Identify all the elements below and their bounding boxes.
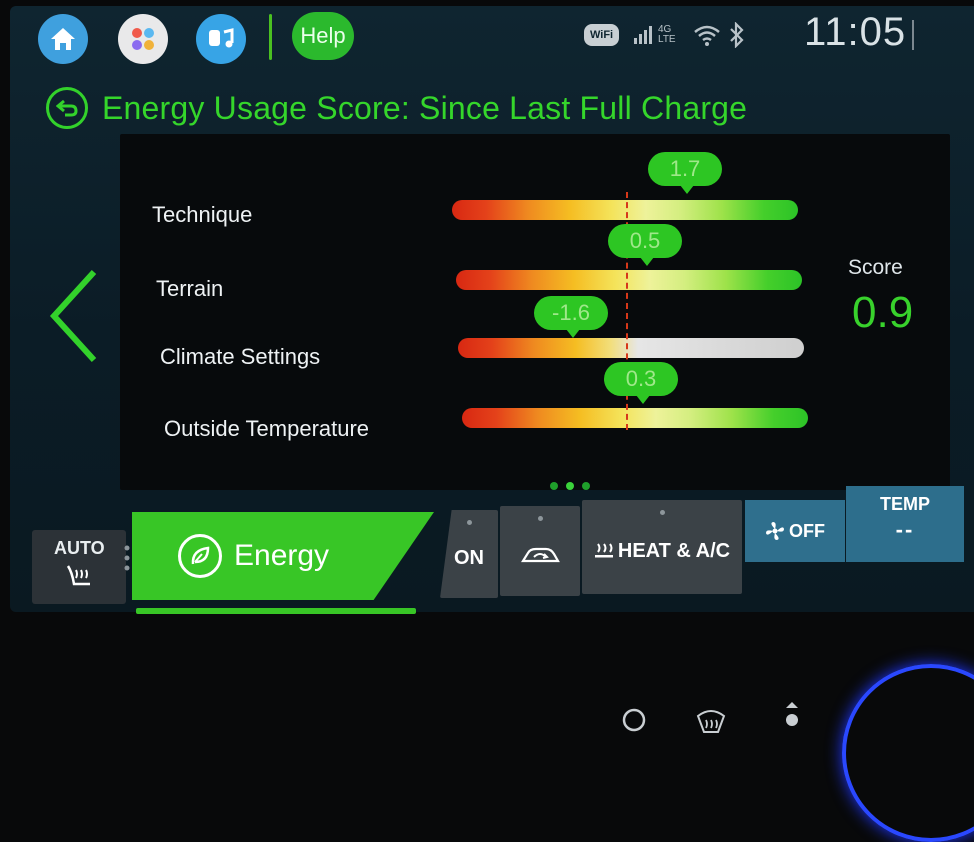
factor-label-climate: Climate Settings bbox=[160, 344, 321, 369]
fan-icon bbox=[766, 522, 784, 540]
factor-label-terrain: Terrain bbox=[156, 276, 224, 301]
clock-separator bbox=[912, 20, 914, 50]
title-row: Energy Usage Score: Since Last Full Char… bbox=[46, 84, 747, 132]
defrost-icon[interactable] bbox=[694, 706, 728, 736]
indicator-pip bbox=[538, 516, 543, 521]
chevron-left-icon[interactable] bbox=[48, 268, 100, 364]
bluetooth-icon bbox=[730, 22, 744, 48]
factor-label-technique: Technique bbox=[152, 202, 253, 227]
infotainment-screen: Help WiFi 4G LTE 11:05 Energy Usage Scor… bbox=[10, 6, 974, 612]
fan-label: OFF bbox=[789, 520, 825, 541]
auto-label: AUTO bbox=[54, 538, 105, 558]
on-label: ON bbox=[454, 546, 484, 569]
recirculation-icon bbox=[521, 547, 560, 563]
factor-bar bbox=[458, 338, 804, 358]
airflow-icon[interactable] bbox=[780, 700, 804, 736]
heat-ac-label: HEAT & A/C bbox=[617, 539, 731, 562]
home-icon bbox=[51, 28, 75, 50]
heat-icon bbox=[594, 543, 613, 558]
factor-bar bbox=[462, 408, 808, 428]
back-icon bbox=[56, 99, 78, 117]
recirculation-button[interactable] bbox=[500, 506, 580, 596]
factor-bar bbox=[452, 200, 798, 220]
wifi-badge: WiFi bbox=[584, 24, 620, 46]
factor-value-bubble: 0.3 bbox=[604, 362, 678, 404]
seat-heat-icon bbox=[66, 565, 90, 586]
temp-value: -- bbox=[895, 517, 915, 542]
temp-label: TEMP bbox=[879, 494, 930, 514]
volume-knob[interactable] bbox=[842, 664, 974, 842]
media-icon bbox=[209, 28, 234, 48]
page-dot-active[interactable] bbox=[566, 482, 574, 490]
factor-value-bubble: -1.6 bbox=[534, 296, 608, 338]
leaf-icon bbox=[191, 546, 210, 565]
network-status: 4G LTE bbox=[632, 20, 746, 50]
factor-value-bubble: 0.5 bbox=[608, 224, 682, 266]
auto-seat-heat-button[interactable]: AUTO bbox=[32, 530, 130, 604]
media-button[interactable] bbox=[196, 14, 246, 64]
score-value: 0.9 bbox=[852, 288, 914, 337]
score-label: Score bbox=[848, 256, 903, 279]
back-button[interactable] bbox=[46, 87, 88, 129]
topbar-divider bbox=[269, 14, 272, 60]
page-dot[interactable] bbox=[582, 482, 590, 490]
leaf-icon-circle bbox=[178, 534, 222, 578]
signal-icon bbox=[634, 26, 652, 44]
home-button[interactable] bbox=[38, 14, 88, 64]
page-title: Energy Usage Score: Since Last Full Char… bbox=[102, 89, 748, 126]
factor-value-bubble: 1.7 bbox=[648, 152, 722, 194]
factor-label-outside-temp: Outside Temperature bbox=[164, 416, 370, 441]
apps-button[interactable] bbox=[118, 14, 168, 64]
factor-bar bbox=[456, 270, 802, 290]
top-bar: Help WiFi 4G LTE 11:05 bbox=[10, 6, 974, 68]
page-dot[interactable] bbox=[550, 482, 558, 490]
energy-tab-underline bbox=[136, 608, 416, 614]
grip-icon bbox=[124, 545, 130, 571]
apps-icon bbox=[132, 28, 154, 50]
help-button[interactable]: Help bbox=[292, 12, 354, 60]
on-button[interactable]: ON bbox=[440, 510, 498, 598]
network-label: 4G LTE bbox=[658, 24, 676, 45]
indicator-pip bbox=[660, 510, 665, 515]
energy-tab-content: Energy bbox=[178, 534, 329, 578]
temperature-button[interactable]: TEMP -- bbox=[846, 486, 964, 562]
search-icon[interactable] bbox=[620, 706, 650, 736]
clock: 11:05 bbox=[804, 10, 907, 54]
page-indicator bbox=[550, 482, 590, 490]
heat-ac-button[interactable]: HEAT & A/C bbox=[582, 500, 742, 594]
energy-label: Energy bbox=[234, 539, 330, 572]
indicator-pip bbox=[467, 520, 472, 525]
fan-off-button[interactable]: OFF bbox=[745, 500, 845, 562]
wifi-icon bbox=[694, 25, 720, 46]
